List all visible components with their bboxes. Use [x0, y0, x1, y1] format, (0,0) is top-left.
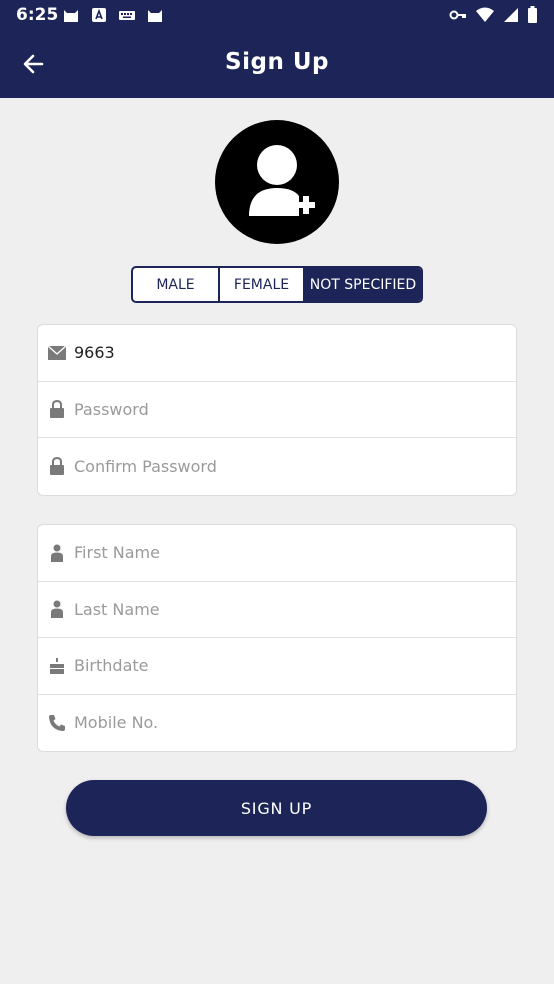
envelope-icon: [47, 343, 67, 363]
font-a-icon: [90, 6, 108, 28]
confirm-password-row: [38, 438, 516, 495]
mobile-row: [38, 694, 516, 751]
page-title: Sign Up: [225, 49, 329, 75]
password-row: [38, 381, 516, 438]
person-icon: [47, 543, 67, 563]
notification-icons: [62, 6, 164, 28]
lock-icon: [47, 399, 67, 419]
password-field[interactable]: [74, 381, 506, 437]
gender-male-option[interactable]: MALE: [133, 268, 218, 301]
status-time: 6:25: [16, 5, 59, 25]
confirm-password-field[interactable]: [74, 438, 506, 495]
cake-icon: [47, 656, 67, 676]
first-name-field[interactable]: [74, 525, 506, 581]
email-field[interactable]: [74, 325, 506, 381]
add-user-icon[interactable]: [215, 120, 339, 244]
keyboard-icon: [118, 6, 136, 28]
gender-selector: MALE FEMALE NOT SPECIFIED: [131, 266, 423, 303]
first-name-row: [38, 525, 516, 582]
cat-icon: [146, 6, 164, 28]
profile-card: [37, 524, 517, 752]
last-name-row: [38, 581, 516, 638]
battery-icon: [527, 6, 538, 28]
gender-not-specified-option[interactable]: NOT SPECIFIED: [303, 268, 421, 301]
cat-icon: [62, 6, 80, 28]
mobile-field[interactable]: [74, 694, 506, 751]
phone-icon: [47, 713, 67, 733]
email-row: [38, 325, 516, 382]
last-name-field[interactable]: [74, 581, 506, 637]
birthdate-row: [38, 638, 516, 695]
sign-up-button[interactable]: SIGN UP: [66, 780, 487, 836]
key-icon: [449, 6, 467, 28]
gender-female-option[interactable]: FEMALE: [218, 268, 303, 301]
system-icons: [449, 6, 538, 28]
account-card: [37, 324, 517, 496]
signal-icon: [503, 6, 519, 28]
person-icon: [47, 599, 67, 619]
birthdate-field[interactable]: [74, 638, 506, 694]
status-bar: 6:25: [0, 0, 554, 30]
wifi-icon: [475, 6, 495, 28]
app-bar: Sign Up: [0, 30, 554, 98]
lock-icon: [47, 456, 67, 476]
